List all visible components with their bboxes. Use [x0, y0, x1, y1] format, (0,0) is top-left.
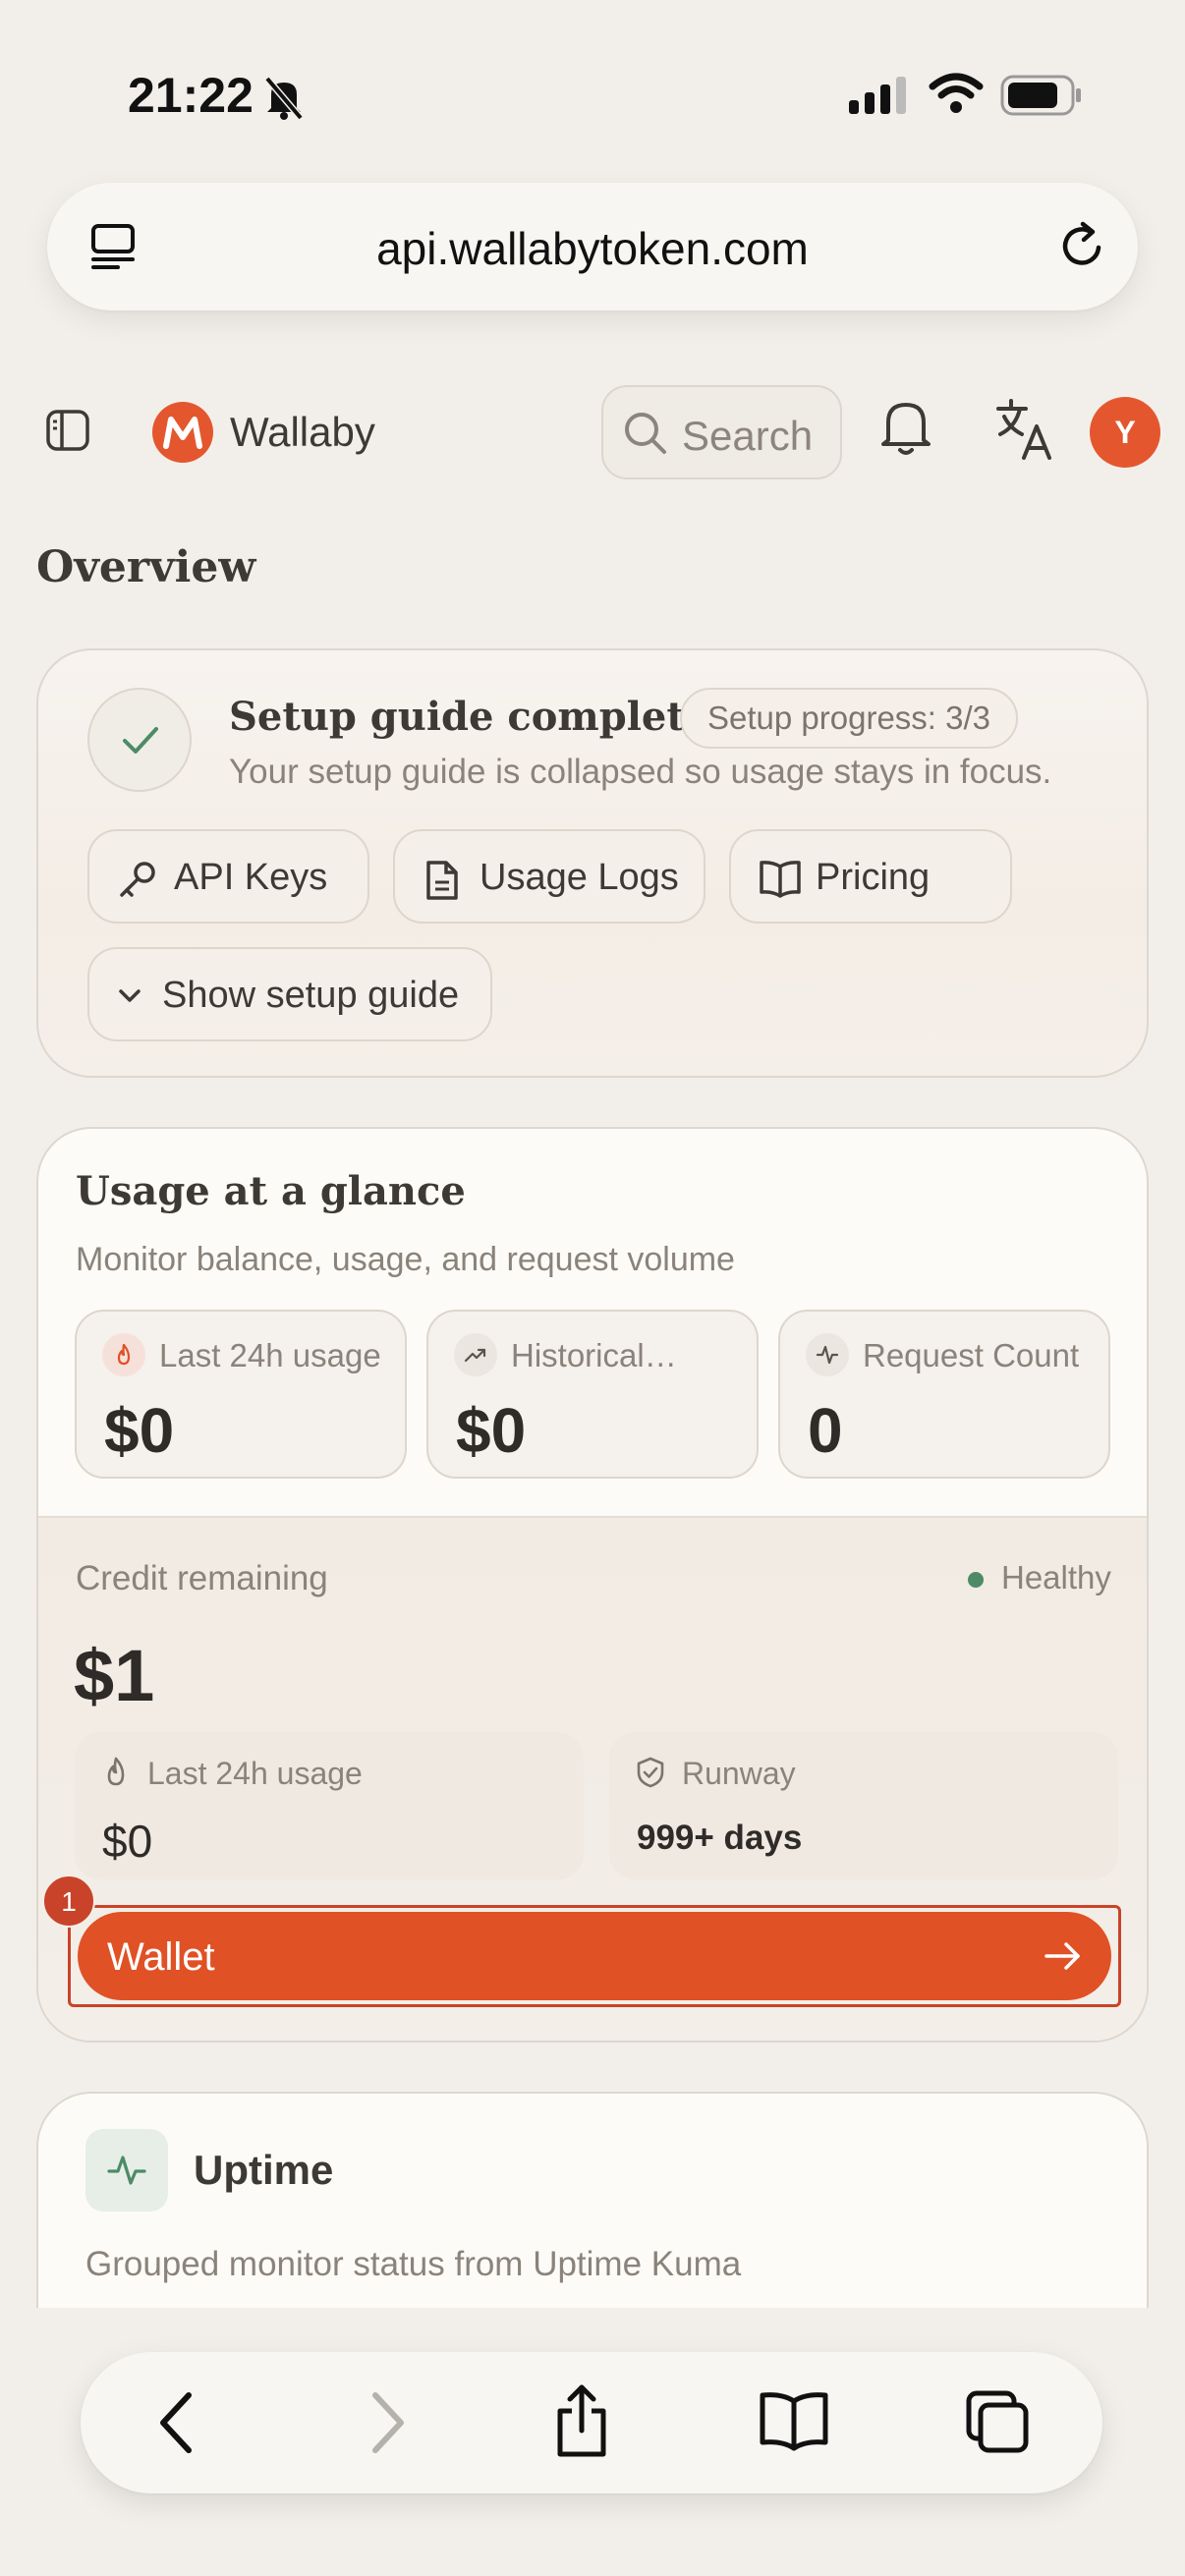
- show-setup-guide-button[interactable]: Show setup guide: [87, 947, 492, 1041]
- activity-icon: [85, 2129, 168, 2212]
- browser-address-bar[interactable]: api.wallabytoken.com: [47, 183, 1138, 310]
- search-button[interactable]: Search: [601, 385, 842, 479]
- chevron-down-icon: [113, 979, 146, 1012]
- runway-value: 999+ days: [637, 1819, 803, 1857]
- search-icon: [623, 411, 668, 456]
- brand-name[interactable]: Wallaby: [230, 409, 375, 456]
- credit-remaining-label: Credit remaining: [76, 1559, 328, 1597]
- uptime-card: Uptime Grouped monitor status from Uptim…: [36, 2092, 1149, 2308]
- usage-title: Usage at a glance: [76, 1168, 466, 1214]
- wallet-badge: 1: [42, 1875, 95, 1928]
- stat-label: Last 24h usage: [159, 1337, 381, 1373]
- setup-guide-title: Setup guide complete: [229, 694, 710, 740]
- credit-remaining-value: $1: [74, 1635, 155, 1716]
- credit-panel: Credit remaining Healthy $1 Last 24h usa…: [38, 1516, 1147, 2041]
- search-label: Search: [682, 413, 814, 459]
- tabs-icon[interactable]: [965, 2389, 1032, 2456]
- pricing-label: Pricing: [816, 857, 931, 898]
- show-setup-guide-label: Show setup guide: [162, 975, 460, 1016]
- stat-label: Request Count: [863, 1337, 1080, 1373]
- bookmarks-icon[interactable]: [759, 2389, 829, 2452]
- forward-icon[interactable]: [356, 2389, 415, 2456]
- status-bar: 21:22: [0, 0, 1185, 167]
- stat-historical: Historical… $0: [426, 1310, 759, 1479]
- activity-icon: [806, 1333, 849, 1376]
- browser-toolbar: [81, 2352, 1102, 2493]
- share-icon[interactable]: [552, 2383, 611, 2460]
- translate-icon[interactable]: [994, 397, 1055, 462]
- last-24h-usage-value: $0: [102, 1816, 153, 1867]
- flame-icon: [102, 1333, 145, 1376]
- page-title: Overview: [36, 542, 256, 592]
- health-status-label: Healthy: [1001, 1559, 1111, 1596]
- stat-request-count: Request Count 0: [778, 1310, 1110, 1479]
- usage-card: Usage at a glance Monitor balance, usage…: [36, 1127, 1149, 2043]
- stat-last-24h-usage: Last 24h usage $0: [75, 1310, 407, 1479]
- setup-guide-card: Setup guide complete Setup progress: 3/3…: [36, 648, 1149, 1078]
- uptime-description: Grouped monitor status from Uptime Kuma: [85, 2245, 742, 2283]
- stat-label: Historical…: [511, 1337, 677, 1373]
- notifications-bell-icon[interactable]: [876, 397, 935, 458]
- brand-logo[interactable]: [152, 402, 213, 463]
- user-avatar[interactable]: Y: [1090, 397, 1160, 468]
- cellular-signal-icon: [847, 77, 912, 116]
- check-icon: [87, 688, 192, 792]
- app-header: Wallaby Search Y: [0, 373, 1185, 491]
- api-keys-label: API Keys: [174, 857, 328, 898]
- key-icon: [117, 859, 158, 900]
- usage-logs-label: Usage Logs: [480, 857, 679, 898]
- wallet-button[interactable]: Wallet: [78, 1912, 1111, 2000]
- stat-value: $0: [456, 1395, 527, 1466]
- sidebar-toggle-icon[interactable]: [45, 409, 90, 452]
- flame-icon: [100, 1756, 132, 1789]
- usage-logs-button[interactable]: Usage Logs: [393, 829, 705, 924]
- pricing-button[interactable]: Pricing: [729, 829, 1012, 924]
- runway-label: Runway: [682, 1756, 796, 1791]
- book-open-icon: [759, 859, 802, 898]
- last-24h-usage-label: Last 24h usage: [147, 1756, 363, 1791]
- runway-box: Runway 999+ days: [609, 1732, 1118, 1879]
- setup-guide-description: Your setup guide is collapsed so usage s…: [229, 753, 1052, 791]
- back-icon[interactable]: [149, 2389, 208, 2456]
- trending-up-icon: [454, 1333, 497, 1376]
- url-text[interactable]: api.wallabytoken.com: [47, 222, 1138, 275]
- api-keys-button[interactable]: API Keys: [87, 829, 369, 924]
- setup-progress-badge: Setup progress: 3/3: [680, 688, 1019, 749]
- stat-value: 0: [808, 1395, 843, 1466]
- stat-value: $0: [104, 1395, 175, 1466]
- status-time: 21:22: [128, 68, 254, 123]
- document-icon: [423, 859, 462, 902]
- reload-icon[interactable]: [1057, 220, 1108, 271]
- uptime-title: Uptime: [194, 2147, 334, 2193]
- health-status-dot: [968, 1572, 984, 1588]
- shield-check-icon: [635, 1756, 666, 1789]
- battery-icon: [1000, 75, 1083, 116]
- wifi-icon: [929, 73, 984, 114]
- wallet-label: Wallet: [107, 1935, 215, 1979]
- silent-mode-icon: [263, 75, 305, 120]
- last-24h-usage-box: Last 24h usage $0: [75, 1732, 584, 1879]
- usage-subtitle: Monitor balance, usage, and request volu…: [76, 1241, 735, 1278]
- arrow-right-icon: [1043, 1935, 1084, 1977]
